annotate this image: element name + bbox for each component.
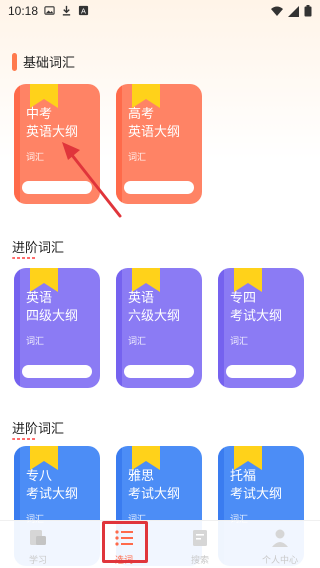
book-card-cet4[interactable]: 英语 四级大纲 词汇 bbox=[14, 268, 100, 388]
bookmark-ribbon-icon bbox=[132, 446, 160, 470]
book-title-line1: 英语 bbox=[26, 291, 53, 306]
book-title-line2: 考试大纲 bbox=[230, 309, 283, 324]
section-title-advanced-2: 进阶词汇 bbox=[12, 418, 64, 440]
image-icon bbox=[44, 6, 55, 15]
status-time: 10:18 bbox=[8, 4, 39, 18]
tab-profile[interactable]: 个人中心 bbox=[248, 521, 312, 568]
book-subtitle: 词汇 bbox=[128, 337, 147, 347]
section-title-advanced-1: 进阶词汇 bbox=[12, 237, 64, 259]
book-subtitle: 词汇 bbox=[128, 153, 147, 163]
book-title-line2: 考试大纲 bbox=[230, 487, 283, 502]
annotation-arrow-icon bbox=[62, 142, 122, 218]
annotation-highlight-box bbox=[102, 521, 148, 563]
book-title-line1: 托福 bbox=[230, 469, 257, 484]
tab-label: 学习 bbox=[28, 556, 47, 566]
section-accent-bar bbox=[12, 52, 17, 71]
book-progress-pill bbox=[124, 181, 194, 194]
signal-icon bbox=[288, 5, 299, 17]
book-card-cet6[interactable]: 英语 六级大纲 词汇 bbox=[116, 268, 202, 388]
book-spine bbox=[218, 268, 224, 388]
bookmark-ribbon-icon bbox=[234, 446, 262, 470]
a-box-icon: A bbox=[78, 5, 89, 16]
book-card-gaokao[interactable]: 高考 英语大纲 词汇 bbox=[116, 84, 202, 204]
section-title-basic: 基础词汇 bbox=[12, 52, 75, 71]
status-bar: 10:18 A bbox=[0, 0, 320, 24]
book-title-line1: 雅思 bbox=[128, 469, 155, 484]
book-subtitle: 词汇 bbox=[26, 337, 45, 347]
tab-search[interactable]: 搜索 bbox=[168, 521, 232, 568]
book-title-line2: 六级大纲 bbox=[128, 309, 181, 324]
battery-icon bbox=[304, 5, 312, 17]
book-spine bbox=[14, 268, 20, 388]
book-progress-pill bbox=[226, 365, 296, 378]
bookmark-ribbon-icon bbox=[30, 268, 58, 292]
bottom-tab-bar: 学习 选词 搜索 个人中心 bbox=[0, 520, 320, 568]
book-title-line2: 考试大纲 bbox=[128, 487, 181, 502]
book-title-line2: 英语大纲 bbox=[128, 125, 181, 140]
svg-text:A: A bbox=[81, 7, 86, 16]
bookmark-ribbon-icon bbox=[30, 84, 58, 108]
book-card-tem4[interactable]: 专四 考试大纲 词汇 bbox=[218, 268, 304, 388]
bookmark-ribbon-icon bbox=[132, 268, 160, 292]
tab-label: 个人中心 bbox=[261, 556, 298, 566]
book-title-line1: 专四 bbox=[230, 291, 257, 306]
book-progress-pill bbox=[124, 365, 194, 378]
book-icon bbox=[193, 530, 207, 546]
book-title-line2: 四级大纲 bbox=[26, 309, 79, 324]
book-title-line1: 高考 bbox=[128, 107, 155, 122]
user-icon bbox=[272, 529, 288, 547]
book-subtitle: 词汇 bbox=[230, 337, 249, 347]
wifi-icon bbox=[271, 6, 283, 16]
study-icon bbox=[30, 530, 46, 545]
download-icon bbox=[62, 5, 71, 16]
bookmark-ribbon-icon bbox=[132, 84, 160, 108]
book-subtitle: 词汇 bbox=[26, 153, 45, 163]
book-title-line1: 中考 bbox=[26, 107, 53, 122]
book-title-line1: 英语 bbox=[128, 291, 155, 306]
book-spine bbox=[116, 268, 122, 388]
bookmark-ribbon-icon bbox=[30, 446, 58, 470]
book-title-line2: 考试大纲 bbox=[26, 487, 79, 502]
bookmark-ribbon-icon bbox=[234, 268, 262, 292]
tab-label: 搜索 bbox=[190, 556, 209, 566]
book-progress-pill bbox=[22, 365, 92, 378]
tab-study[interactable]: 学习 bbox=[6, 521, 70, 568]
book-title-line1: 专八 bbox=[26, 469, 53, 484]
book-spine bbox=[14, 84, 20, 204]
